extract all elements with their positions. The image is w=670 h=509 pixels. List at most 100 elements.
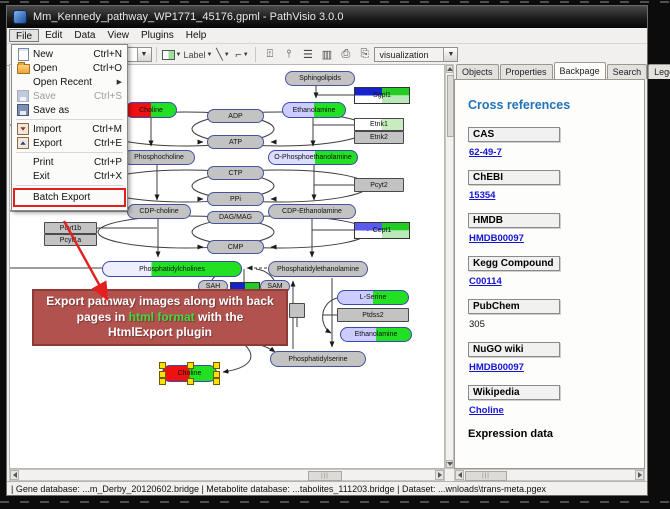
node-sgpl1[interactable]: Sgpl1 (354, 87, 410, 104)
menu-item-save[interactable]: SaveCtrl+S (13, 89, 126, 103)
node-phosphocholine[interactable]: Phosphocholine (123, 150, 195, 165)
node-ethanolamine[interactable]: Ethanolamine (340, 327, 412, 342)
new-line-button[interactable]: ╲▼ (214, 46, 231, 63)
data-panel-button[interactable]: ⎘ (356, 46, 373, 63)
node-cept1[interactable]: Cept1 (354, 222, 410, 239)
line-icon: ╲ (216, 48, 223, 61)
xref-link[interactable]: HMDB00097 (469, 233, 524, 244)
hidden-box-node[interactable] (289, 303, 305, 318)
panel-horizontal-scrollbar[interactable]: ||| (454, 469, 645, 481)
node-phosphatidylserine[interactable]: Phosphatidylserine (270, 351, 366, 367)
tab-search[interactable]: Search (607, 64, 648, 79)
node-ppi[interactable]: PPi (207, 192, 264, 206)
align-center-button[interactable]: ⍐ (261, 46, 278, 63)
menu-item-save-as[interactable]: Save as (13, 103, 126, 117)
new-connector-button[interactable]: ⌐▼ (233, 46, 250, 63)
menu-item-spacer (16, 156, 30, 168)
side-panel: ObjectsPropertiesBackpageSearchLegend Cr… (454, 64, 645, 469)
menu-help[interactable]: Help (180, 29, 213, 42)
scroll-right-button[interactable] (435, 470, 444, 480)
xref-link[interactable]: C00114 (469, 276, 502, 287)
chevron-down-icon[interactable]: ▼ (176, 52, 182, 58)
selection-handle[interactable] (159, 371, 166, 378)
canvas-vertical-scrollbar[interactable] (445, 64, 454, 469)
selection-handle[interactable] (213, 378, 220, 385)
menu-item-open-recent[interactable]: Open Recent▶ (13, 75, 126, 89)
scroll-up-button[interactable] (446, 65, 453, 73)
node-o-phosphoethanolamine[interactable]: O-Phosphoethanolamine (268, 150, 358, 165)
chevron-down-icon[interactable]: ▼ (207, 52, 213, 58)
menu-item-import[interactable]: ImportCtrl+M (13, 122, 126, 136)
menu-item-batch-export[interactable]: Batch Export (13, 188, 126, 207)
xref-link[interactable]: HMDB00097 (469, 362, 524, 373)
visualization-combobox[interactable]: visualization ▼ (374, 47, 458, 62)
chevron-down-icon[interactable]: ▼ (224, 52, 230, 58)
database-header: ChEBI (468, 170, 560, 185)
tab-backpage[interactable]: Backpage (554, 62, 606, 79)
vertical-scroll-thumb[interactable] (447, 75, 454, 137)
tab-objects[interactable]: Objects (456, 64, 499, 79)
selection-handle[interactable] (159, 378, 166, 385)
xref-link[interactable]: Choline (469, 405, 504, 416)
selection-handle[interactable] (159, 362, 166, 369)
node-atp[interactable]: ATP (207, 135, 264, 149)
selection-handle[interactable] (213, 362, 220, 369)
tab-legend[interactable]: Legend (648, 64, 670, 79)
node-ethanolamine[interactable]: Ethanolamine (282, 102, 346, 118)
new-document-icon (16, 48, 30, 60)
node-etnk2[interactable]: Etnk2 (354, 131, 404, 144)
menu-item-new[interactable]: NewCtrl+N (13, 47, 126, 61)
node-l-serine[interactable]: L-Serine (337, 290, 409, 305)
canvas-horizontal-scrollbar[interactable]: ||| (9, 469, 445, 481)
node-pcyt1b[interactable]: Pcyt1b (44, 222, 97, 234)
menu-item-shortcut: Ctrl+X (94, 171, 122, 182)
menu-item-export[interactable]: ExportCtrl+E (13, 136, 126, 150)
chevron-down-icon[interactable]: ▼ (443, 48, 457, 61)
node-adp[interactable]: ADP (207, 109, 264, 123)
node-dag-mag[interactable]: DAG/MAG (207, 211, 264, 224)
selection-handle[interactable] (213, 371, 220, 378)
new-datanode-button[interactable]: ▼ (162, 46, 182, 63)
chevron-down-icon[interactable]: ▼ (243, 52, 249, 58)
menu-item-open[interactable]: OpenCtrl+O (13, 61, 126, 75)
node-phosphatidylethanolamine[interactable]: Phosphatidylethanolamine (268, 261, 368, 277)
menu-item-label: Print (33, 157, 88, 168)
export-image-button[interactable]: ⎙ (337, 46, 354, 63)
node-etnk1[interactable]: Etnk1 (354, 118, 404, 131)
node-cdp-choline[interactable]: CDP-choline (127, 204, 191, 219)
menu-edit[interactable]: Edit (39, 29, 68, 42)
stack-horizontal-button[interactable]: ☰ (299, 46, 316, 63)
menu-view[interactable]: View (101, 29, 135, 42)
menu-item-shortcut: Ctrl+O (93, 63, 122, 74)
node-ptdss2[interactable]: Ptdss2 (337, 308, 409, 322)
menu-item-exit[interactable]: ExitCtrl+X (13, 169, 126, 183)
node-pcyt1a[interactable]: Pcyt1a (44, 234, 97, 246)
scroll-down-button[interactable] (446, 460, 453, 468)
selection-handle[interactable] (187, 378, 194, 385)
node-sphingolipids[interactable]: Sphingolipids (285, 71, 355, 86)
chevron-down-icon[interactable]: ▼ (137, 48, 151, 61)
node-pcyt2[interactable]: Pcyt2 (354, 178, 404, 192)
node-cmp[interactable]: CMP (207, 240, 264, 254)
node-choline[interactable]: Choline (125, 102, 177, 118)
menu-plugins[interactable]: Plugins (135, 29, 180, 42)
selection-handle[interactable] (187, 362, 194, 369)
status-bar: | Gene database: ...m_Derby_20120602.bri… (7, 481, 647, 495)
tab-properties[interactable]: Properties (500, 64, 553, 79)
menu-file[interactable]: File (9, 29, 39, 42)
menu-data[interactable]: Data (68, 29, 101, 42)
menu-item-print[interactable]: PrintCtrl+P (13, 155, 126, 169)
node-phosphatidylcholines[interactable]: Phosphatidylcholines (102, 261, 242, 277)
align-middle-button[interactable]: ⫯ (280, 46, 297, 63)
new-label-button[interactable]: Label▼ (183, 46, 212, 63)
scroll-right-button[interactable] (635, 470, 644, 480)
horizontal-scroll-thumb[interactable]: ||| (308, 471, 342, 481)
horizontal-scroll-thumb[interactable]: ||| (465, 471, 507, 481)
scroll-left-button[interactable] (10, 470, 19, 480)
stack-vertical-button[interactable]: ▥ (318, 46, 335, 63)
scroll-left-button[interactable] (455, 470, 464, 480)
xref-link[interactable]: 62-49-7 (469, 147, 502, 158)
node-cdp-ethanolamine[interactable]: CDP-Ethanolamine (268, 204, 356, 219)
xref-link[interactable]: 15354 (469, 190, 495, 201)
node-ctp[interactable]: CTP (207, 166, 264, 180)
